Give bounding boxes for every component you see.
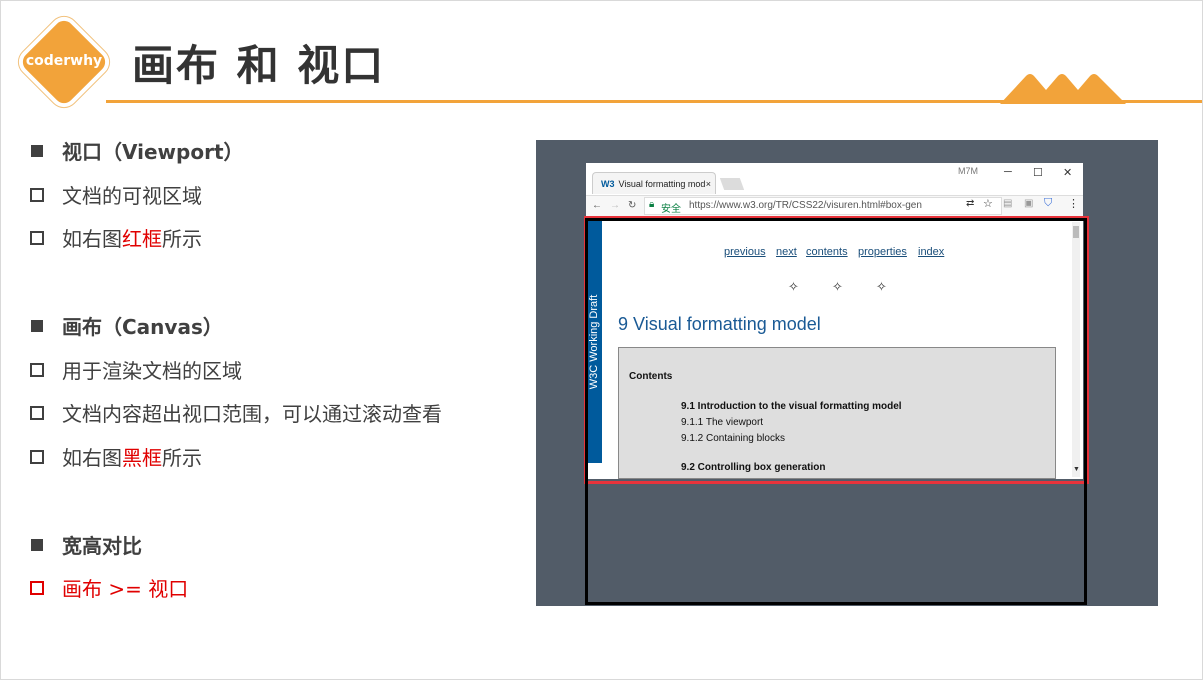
bullet-canvas-heading: 画布（Canvas） (30, 311, 223, 340)
extension-icon[interactable]: ▤ (1003, 198, 1012, 209)
bullet-text-red: 红框 (122, 227, 162, 251)
hollow-square-bullet-icon (30, 230, 44, 245)
url-field[interactable]: 🔒︎ 安全 https://www.w3.org/TR/CSS22/visure… (644, 197, 1002, 215)
bullet-compare-heading: 宽高对比 (30, 530, 142, 559)
hollow-square-bullet-icon (30, 405, 44, 420)
solid-square-bullet-icon (31, 319, 43, 332)
bullet-compare-result: 画布 >= 视口 (30, 573, 188, 602)
logo-text: coderwhy (25, 53, 103, 69)
bullet-text: 文档的可视区域 (62, 184, 202, 208)
bullet-text: 画布 >= 视口 (62, 577, 189, 601)
bullet-canvas-ref: 如右图 黑框 所示 (30, 442, 202, 471)
hollow-square-bullet-icon (30, 580, 44, 595)
bullet-viewport-desc: 文档的可视区域 (30, 180, 202, 209)
solid-square-bullet-icon (31, 538, 43, 551)
bookmark-star-icon[interactable]: ☆ (983, 197, 993, 210)
bullet-text: 文档内容超出视口范围，可以通过滚动查看 (62, 402, 442, 426)
bullet-text: 视口（Viewport） (62, 140, 244, 164)
window-close-icon[interactable]: ✕ (1063, 166, 1072, 179)
bullet-text-after: 所示 (162, 446, 202, 470)
bullet-text: 宽高对比 (62, 534, 142, 558)
bullet-text: 画布（Canvas） (62, 315, 223, 339)
tab-label: Visual formatting mod (618, 179, 706, 189)
translate-icon[interactable]: ⇄ (966, 198, 974, 209)
bullet-text-before: 如右图 (62, 227, 122, 251)
maximize-icon[interactable]: ☐ (1033, 166, 1043, 179)
secure-label: 安全 (661, 204, 681, 215)
shield-extension-icon[interactable]: ⛉ (1044, 197, 1052, 210)
hollow-square-bullet-icon (30, 449, 44, 464)
profile-label: M7M (958, 166, 978, 176)
bullet-canvas-desc: 用于渲染文档的区域 (30, 355, 242, 384)
hollow-square-bullet-icon (30, 362, 44, 377)
back-icon[interactable]: ← (592, 200, 602, 211)
mountain-decoration-icon (1000, 74, 1126, 104)
lock-icon: 🔒︎ (649, 199, 655, 210)
forward-icon[interactable]: → (610, 200, 620, 211)
bullet-text: 用于渲染文档的区域 (62, 359, 242, 383)
reload-icon[interactable]: ↻ (628, 200, 636, 211)
browser-tab[interactable]: W3 Visual formatting mod × (592, 172, 716, 194)
bullet-text-red: 黑框 (122, 446, 162, 470)
new-tab-button[interactable] (719, 178, 745, 190)
url-text: https://www.w3.org/TR/CSS22/visuren.html… (689, 200, 922, 211)
solid-square-bullet-icon (31, 144, 43, 157)
bullet-viewport-ref: 如右图 红框 所示 (30, 223, 202, 252)
bullet-text-before: 如右图 (62, 446, 122, 470)
bullet-canvas-scroll: 文档内容超出视口范围，可以通过滚动查看 (30, 398, 442, 427)
bullet-text-after: 所示 (162, 227, 202, 251)
hollow-square-bullet-icon (30, 187, 44, 202)
slide-title: 画布 和 视口 (132, 41, 386, 90)
menu-dots-icon[interactable]: ⋮ (1068, 197, 1079, 210)
canvas-black-frame (585, 218, 1087, 605)
w3c-favicon-icon: W3 (601, 179, 615, 189)
extension-icon[interactable]: ▣ (1024, 198, 1033, 209)
bullet-viewport-heading: 视口（Viewport） (30, 136, 244, 165)
minimize-icon[interactable]: ─ (1004, 166, 1012, 178)
tab-close-icon[interactable]: × (706, 173, 711, 194)
